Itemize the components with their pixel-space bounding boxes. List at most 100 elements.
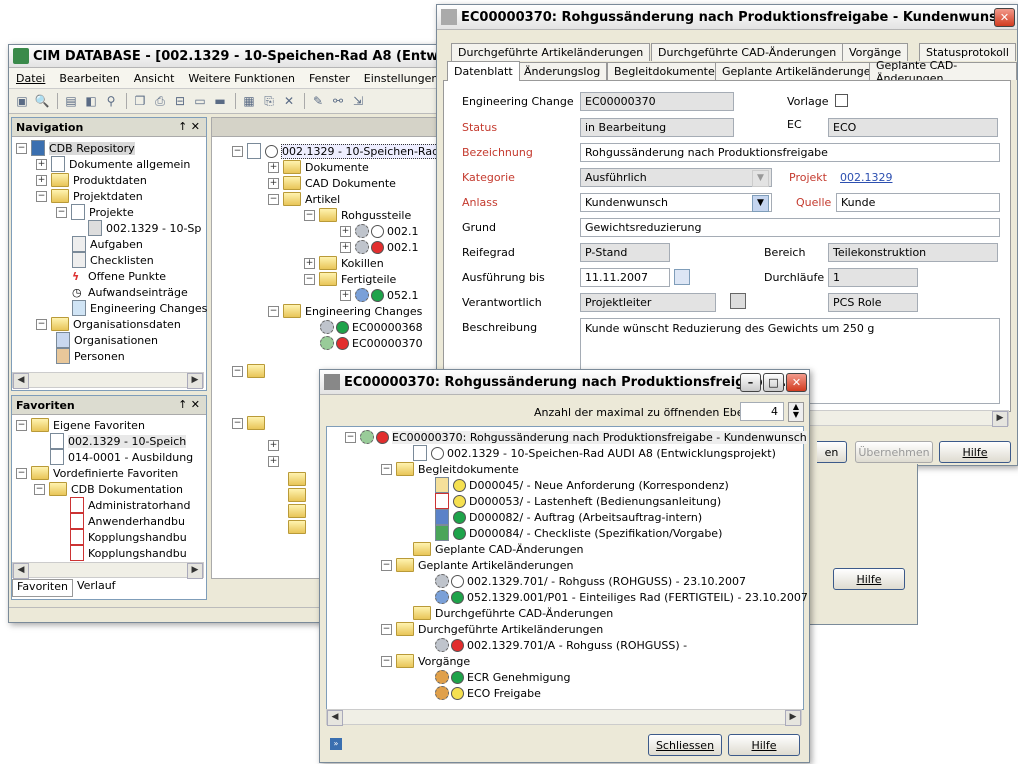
tree-part-002-1329-701-a[interactable]: 002.1329.701/A - Rohguss (ROHGUSS) -: [435, 637, 687, 653]
tree-node-projekte[interactable]: − Projekte: [56, 204, 134, 220]
scroll-right-icon[interactable]: ▶: [992, 411, 1008, 427]
select-anlass[interactable]: Kundenwunsch ▼: [580, 193, 772, 212]
tab-geplante-artikelaenderungen[interactable]: Geplante Artikeländerungen: [715, 62, 885, 80]
tree-node-offene-punkte[interactable]: ϟ Offene Punkte: [72, 268, 166, 284]
tree-node-cdb-repository[interactable]: − CDB Repository: [16, 140, 135, 156]
center-node-ec370[interactable]: EC00000370: [320, 335, 423, 351]
schliessen-button[interactable]: Schliessen: [648, 734, 722, 756]
center-node-part-2[interactable]: +002.1: [340, 239, 419, 255]
tab-geplante-cad-aenderungen[interactable]: Geplante CAD-Änderungen: [869, 59, 1017, 85]
minimize-icon[interactable]: –: [740, 373, 761, 392]
uebernehmen-button[interactable]: Übernehmen: [855, 441, 933, 463]
tree-hilfe-button[interactable]: Hilfe: [728, 734, 800, 756]
tree-node-project-002-1329[interactable]: 002.1329 - 10-Sp: [88, 220, 201, 236]
tool-icon[interactable]: ✎: [309, 92, 327, 110]
field-bereich[interactable]: Teilekonstruktion: [828, 243, 998, 262]
center-folder-a[interactable]: [288, 471, 310, 487]
tree-folder-geplante-cad[interactable]: Geplante CAD-Änderungen: [413, 541, 583, 557]
dropdown-arrow-icon[interactable]: ▼: [752, 195, 769, 212]
field-verantwortlich[interactable]: Projektleiter: [580, 293, 716, 312]
field-quelle[interactable]: Kunde: [836, 193, 1000, 212]
scroll-left-icon[interactable]: ◀: [327, 710, 343, 726]
menu-datei[interactable]: Datei: [16, 72, 45, 85]
center-node-fertigteile[interactable]: − Fertigteile: [304, 271, 396, 287]
close-icon[interactable]: ✕: [994, 8, 1015, 27]
open-icon[interactable]: ▤: [62, 92, 80, 110]
link-icon[interactable]: ⚯: [329, 92, 347, 110]
field-pcs-role[interactable]: PCS Role: [828, 293, 918, 312]
ec-partial-button[interactable]: en: [817, 441, 847, 463]
expand-more-icon[interactable]: »: [330, 738, 342, 750]
scroll-right-icon[interactable]: ▶: [785, 710, 801, 726]
tree-hscroll[interactable]: ◀ ▶: [326, 709, 802, 726]
fav-vordefinierte-favoriten[interactable]: − Vordefinierte Favoriten: [16, 465, 178, 481]
center-node-project[interactable]: −002.1329 - 10-Speichen-Rad: [232, 143, 441, 159]
tree-node-personen[interactable]: Personen: [56, 348, 125, 364]
new-document-icon[interactable]: ▣: [13, 92, 31, 110]
paste-icon[interactable]: ⎘: [260, 92, 278, 110]
ec-hilfe-button[interactable]: Hilfe: [939, 441, 1011, 463]
field-engineering-change[interactable]: EC00000370: [580, 92, 734, 111]
center-node-rohgussteile[interactable]: − Rohgussteile: [304, 207, 411, 223]
menu-fenster[interactable]: Fenster: [309, 72, 350, 85]
tree-node-checklisten[interactable]: Checklisten: [72, 252, 154, 268]
fav-item-014-0001[interactable]: 014-0001 - Ausbildung: [50, 449, 193, 465]
tab-durchgefuehrte-artikelaenderungen[interactable]: Durchgeführte Artikeländerungen: [451, 43, 651, 61]
center-node-part-1[interactable]: +002.1: [340, 223, 419, 239]
monitor-icon[interactable]: ▬: [211, 92, 229, 110]
field-status[interactable]: in Bearbeitung: [580, 118, 734, 137]
fav-eigene-favoriten[interactable]: − Eigene Favoriten: [16, 417, 145, 433]
tree-node-dokumente[interactable]: + Dokumente allgemein: [36, 156, 190, 172]
tree-doc-d000084[interactable]: D000084/ - Checkliste (Spezifikation/Vor…: [435, 525, 722, 541]
edit-icon[interactable]: ▦: [240, 92, 258, 110]
tab-begleitdokumente[interactable]: Begleitdokumente: [607, 62, 722, 80]
delete-icon[interactable]: ✕: [280, 92, 298, 110]
center-node-ec368[interactable]: EC00000368: [320, 319, 423, 335]
scroll-right-icon[interactable]: ▶: [187, 373, 203, 389]
fav-item-002-1329[interactable]: 002.1329 - 10-Speich: [50, 433, 187, 449]
field-grund[interactable]: Gewichtsreduzierung: [580, 218, 1000, 237]
tree-project-002-1329[interactable]: 002.1329 - 10-Speichen-Rad AUDI A8 (Entw…: [413, 445, 776, 461]
tree-node-organisationsdaten[interactable]: − Organisationsdaten: [36, 316, 181, 332]
field-ausfuehrung-bis[interactable]: 11.11.2007: [580, 268, 670, 287]
window-icon[interactable]: ▭: [191, 92, 209, 110]
print-icon[interactable]: ⎙: [151, 92, 169, 110]
navigation-pin-close[interactable]: ↑ ✕: [178, 120, 200, 133]
center-node-collapsed-3[interactable]: +: [268, 437, 283, 453]
tree-node-produktdaten[interactable]: + Produktdaten: [36, 172, 147, 188]
tree-folder-vorgaenge[interactable]: − Vorgänge: [381, 653, 470, 669]
scroll-right-icon[interactable]: ▶: [187, 563, 203, 579]
filter-icon[interactable]: ⚲: [102, 92, 120, 110]
tree-folder-durchgefuehrte-cad[interactable]: Durchgeführte CAD-Änderungen: [413, 605, 613, 621]
center-folder-d[interactable]: [288, 519, 310, 535]
favorites-pin-close[interactable]: ↑ ✕: [178, 398, 200, 411]
select-kategorie[interactable]: Ausführlich ▼: [580, 168, 772, 187]
levels-input[interactable]: 4: [740, 402, 784, 421]
maximize-icon[interactable]: □: [763, 373, 784, 392]
tree-doc-d000082[interactable]: D000082/ - Auftrag (Arbeitsauftrag-inter…: [435, 509, 702, 525]
export-icon[interactable]: ⇲: [349, 92, 367, 110]
tab-favoriten[interactable]: Favoriten: [12, 579, 73, 597]
center-folder-c[interactable]: [288, 503, 310, 519]
behind-hilfe-button[interactable]: Hilfe: [833, 568, 905, 590]
tree-part-002-1329-701[interactable]: 002.1329.701/ - Rohguss (ROHGUSS) - 23.1…: [435, 573, 746, 589]
fav-doc-kopplungshandbuch-1[interactable]: Kopplungshandbu: [70, 529, 187, 545]
scroll-left-icon[interactable]: ◀: [13, 373, 29, 389]
tree-node-aufgaben[interactable]: Aufgaben: [72, 236, 143, 252]
tree-node-aufwandseintraege[interactable]: ◷ Aufwandseinträge: [72, 284, 188, 300]
tree-workflow-ecr[interactable]: ECR Genehmigung: [435, 669, 570, 685]
menu-weitere-funktionen[interactable]: Weitere Funktionen: [188, 72, 295, 85]
calendar-icon[interactable]: [674, 269, 690, 285]
fav-cdb-dokumentation[interactable]: − CDB Dokumentation: [34, 481, 183, 497]
center-node-part-3[interactable]: +052.1: [340, 287, 419, 303]
menu-einstellungen[interactable]: Einstellungen: [364, 72, 439, 85]
tree-root-ec370[interactable]: − EC00000370: Rohgussänderung nach Produk…: [345, 429, 807, 445]
tree-folder-begleitdokumente[interactable]: − Begleitdokumente: [381, 461, 519, 477]
tab-aenderungslog[interactable]: Änderungslog: [517, 62, 608, 80]
tree-node-organisationen[interactable]: Organisationen: [56, 332, 158, 348]
tree-workflow-eco[interactable]: ECO Freigabe: [435, 685, 541, 701]
browse-icon[interactable]: [730, 293, 746, 309]
tree-doc-d000053[interactable]: D000053/ - Lastenheft (Bedienungsanleitu…: [435, 493, 721, 509]
copy-icon[interactable]: ❐: [131, 92, 149, 110]
tab-datenblatt[interactable]: Datenblatt: [447, 61, 520, 81]
